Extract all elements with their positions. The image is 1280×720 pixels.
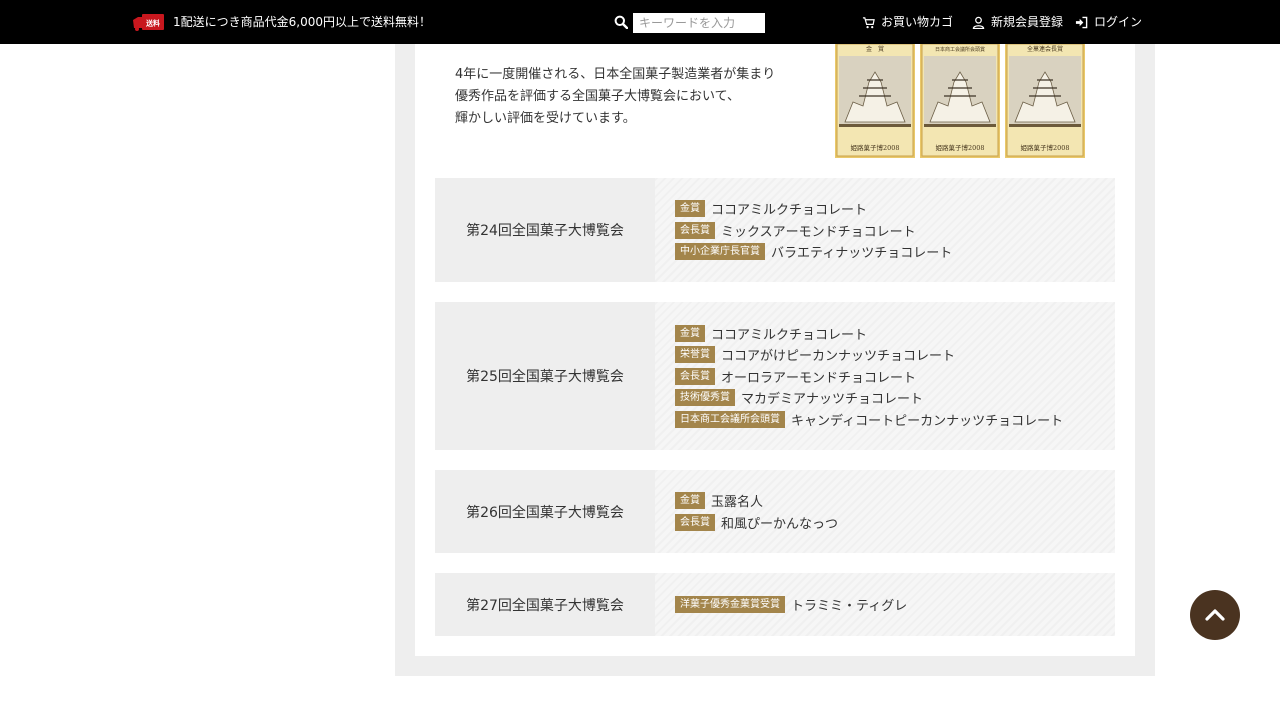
login-link[interactable]: ログイン (1075, 14, 1142, 30)
product-name: バラエティナッツチョコレート (771, 246, 953, 261)
certificate-footer: 姫路菓子博2008 (1020, 143, 1069, 152)
award-badge: 中小企業庁長官賞 (675, 243, 765, 260)
product-name: ココアがけピーカンナッツチョコレート (721, 349, 956, 364)
award-item: 会長賞 ミックスアーモンドチョコレート (675, 219, 952, 241)
certificate-heading: 金 賞 (866, 45, 884, 53)
search-icon[interactable] (614, 15, 628, 29)
product-name: 和風ぴーかんなっつ (721, 516, 839, 532)
product-name: ココアミルクチョコレート (711, 203, 868, 218)
certificate-heading: 全菓連会長賞 (1027, 45, 1063, 53)
award-badge: 会長賞 (675, 367, 715, 385)
expo-title: 第24回全国菓子大博覧会 (435, 178, 655, 282)
award-list: 洋菓子優秀金菓賞受賞 トラミミ・ティグレ (675, 573, 907, 636)
truck-icon: 送料 (133, 14, 164, 31)
award-item: 会長賞 和風ぴーかんなっつ (675, 512, 838, 534)
award-item: 洋菓子優秀金菓賞受賞 トラミミ・ティグレ (675, 594, 907, 616)
intro-line: 輝かしい評価を受けています。 (455, 111, 636, 126)
product-name: キャンディコートピーカンナッツチョコレート (791, 413, 1064, 429)
award-badge: 会長賞 (675, 513, 715, 531)
login-label: ログイン (1094, 15, 1143, 29)
cart-link[interactable]: お買い物カゴ (862, 14, 953, 30)
cart-icon (862, 16, 875, 28)
award-list: 金賞 玉露名人 会長賞 和風ぴーかんなっつ (675, 470, 838, 553)
award-badge: 金賞 (675, 492, 705, 510)
register-label: 新規会員登録 (991, 15, 1064, 29)
certificate-footer: 姫路菓子博2008 (935, 143, 984, 152)
award-badge: 金賞 (675, 324, 705, 342)
back-to-top-button[interactable] (1190, 590, 1240, 640)
intro-line: 4年に一度開催される、日本全国菓子製造業者が集まり (455, 67, 776, 82)
sign-in-icon (1075, 16, 1088, 28)
award-item: 栄誉賞 ココアがけピーカンナッツチョコレート (675, 344, 1063, 366)
certificate-image: 全菓連会長賞 姫路菓子博2008 (1005, 44, 1085, 158)
award-badge: 洋菓子優秀金菓賞受賞 (675, 596, 785, 613)
cart-label: お買い物カゴ (881, 15, 954, 29)
expo-title: 第25回全国菓子大博覧会 (435, 302, 655, 450)
award-item: 会長賞 オーロラアーモンドチョコレート (675, 365, 1063, 387)
expo-title: 第27回全国菓子大博覧会 (435, 573, 655, 636)
certificate-image: 金 賞 姫路菓子博2008 (835, 44, 915, 158)
certificate-footer: 姫路菓子博2008 (850, 143, 899, 152)
certificate-heading: 日本商工会議所会頭賞 (935, 46, 985, 53)
chevron-up-icon (1205, 609, 1225, 621)
award-item: 技術優秀賞 マカデミアナッツチョコレート (675, 387, 1063, 409)
award-item: 金賞 ココアミルクチョコレート (675, 322, 1063, 344)
expo-row-26: 第26回全国菓子大博覧会 金賞 玉露名人 会長賞 和風ぴーかんなっつ (435, 470, 1115, 553)
product-name: 玉露名人 (711, 495, 764, 511)
product-name: ココアミルクチョコレート (711, 327, 868, 343)
award-badge: 栄誉賞 (675, 346, 715, 363)
expo-row-25: 第25回全国菓子大博覧会 金賞 ココアミルクチョコレート 栄誉賞 ココアがけピー… (435, 302, 1115, 450)
award-item: 日本商工会議所会頭賞 キャンディコートピーカンナッツチョコレート (675, 408, 1063, 430)
product-name: ミックスアーモンドチョコレート (721, 224, 916, 240)
award-item: 金賞 ココアミルクチョコレート (675, 198, 952, 220)
user-icon (972, 16, 985, 29)
search-input[interactable] (633, 13, 765, 33)
award-badge: 日本商工会議所会頭賞 (675, 410, 785, 428)
award-item: 中小企業庁長官賞 バラエティナッツチョコレート (675, 241, 952, 263)
award-list: 金賞 ココアミルクチョコレート 栄誉賞 ココアがけピーカンナッツチョコレート 会… (675, 302, 1063, 450)
shipping-notice: 1配送につき商品代金6,000円以上で送料無料！ (173, 15, 431, 29)
product-name: オーロラアーモンドチョコレート (721, 370, 917, 386)
expo-row-27: 第27回全国菓子大博覧会 洋菓子優秀金菓賞受賞 トラミミ・ティグレ (435, 573, 1115, 636)
award-badge: 金賞 (675, 200, 705, 217)
product-name: トラミミ・ティグレ (791, 599, 908, 614)
product-name: マカデミアナッツチョコレート (741, 392, 924, 407)
shipping-badge-text: 送料 (145, 19, 160, 28)
expo-title: 第26回全国菓子大博覧会 (435, 470, 655, 553)
top-bar: 送料 1配送につき商品代金6,000円以上で送料無料！ お買い物カゴ 新規会員登… (0, 0, 1280, 44)
register-link[interactable]: 新規会員登録 (972, 14, 1063, 30)
expo-row-24: 第24回全国菓子大博覧会 金賞 ココアミルクチョコレート 会長賞 ミックスアーモ… (435, 178, 1115, 282)
award-badge: 技術優秀賞 (675, 389, 735, 406)
award-badge: 会長賞 (675, 221, 715, 239)
award-list: 金賞 ココアミルクチョコレート 会長賞 ミックスアーモンドチョコレート 中小企業… (675, 178, 952, 282)
awards-intro: 4年に一度開催される、日本全国菓子製造業者が集まり 優秀作品を評価する全国菓子大… (455, 64, 815, 130)
certificate-image: 日本商工会議所会頭賞 姫路菓子博2008 (920, 44, 1000, 158)
intro-line: 優秀作品を評価する全国菓子大博覧会において、 (455, 89, 740, 104)
award-item: 金賞 玉露名人 (675, 490, 838, 512)
